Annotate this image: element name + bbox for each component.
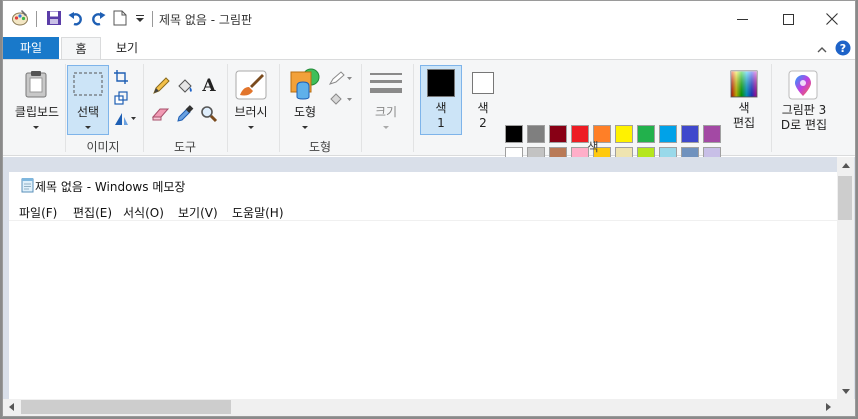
redo-icon[interactable] [89,9,107,27]
ribbon-home: 클립보드 선택 이미지 A 도구 브러시 도형 도형 크기 색 1 색 2 색 … [3,59,855,187]
brush-dropdown-icon[interactable] [248,126,254,129]
select-dropdown-icon[interactable] [85,126,91,129]
scroll-right-icon[interactable] [826,403,831,411]
pencil-icon[interactable] [151,76,171,96]
shapes-dropdown-icon[interactable] [302,126,308,129]
notepad-menu-format[interactable]: 서식(O) [123,204,164,221]
shapes-icon[interactable] [287,68,323,100]
color2-label-line2[interactable]: 2 [463,116,503,130]
rotate-icon[interactable] [113,111,137,127]
color2-label-line1[interactable]: 색 [463,101,503,115]
notepad-menu-help[interactable]: 도움말(H) [232,204,284,221]
save-icon[interactable] [45,9,63,27]
fill-style-icon[interactable] [328,90,354,108]
magnifier-icon[interactable] [199,104,219,124]
color1-swatch [427,69,455,97]
resize-icon[interactable] [113,90,129,106]
help-icon[interactable]: ? [835,40,851,56]
eraser-icon[interactable] [151,104,171,124]
shapes-group-label: 도형 [308,140,332,154]
notepad-title: 제목 없음 - Windows 메모장 [35,180,186,194]
title-bar: 제목 없음 - 그림판 [3,1,855,37]
brush-label[interactable]: 브러시 [229,103,273,120]
close-button[interactable] [809,1,855,37]
tab-file[interactable]: 파일 [3,37,59,60]
select-icon [73,72,103,96]
select-label: 선택 [76,105,100,119]
edit-colors-icon[interactable] [729,69,759,99]
scroll-left-icon[interactable] [9,403,14,411]
outline-icon[interactable] [328,69,354,87]
size-icon[interactable] [369,70,403,98]
colors-group-label: 색 [587,140,599,154]
tab-home[interactable]: 홈 [61,37,101,60]
tools-group-label: 도구 [173,140,197,154]
notepad-menu-divider [9,220,837,221]
shapes-label[interactable]: 도형 [285,103,325,120]
color-picker-icon[interactable] [175,104,195,124]
undo-icon[interactable] [67,9,85,27]
window-title: 제목 없음 - 그림판 [159,13,253,27]
scroll-up-icon[interactable] [842,163,850,168]
brush-icon[interactable] [233,69,269,101]
maximize-button[interactable] [765,1,811,37]
svg-text:A: A [201,76,216,95]
clipboard-icon[interactable] [21,70,51,98]
clipboard-label[interactable]: 클립보드 [9,103,65,120]
notepad-menu-edit[interactable]: 편집(E) [73,204,112,221]
notepad-menu-view[interactable]: 보기(V) [178,204,218,221]
size-dropdown-icon[interactable] [383,126,389,129]
scroll-down-icon[interactable] [842,389,850,394]
paint3d-icon[interactable] [787,69,819,101]
color2-swatch[interactable] [472,72,494,94]
customize-dropdown-icon[interactable] [131,9,149,27]
paint-window: 제목 없음 - 그림판 파일 홈 보기 ? 클립보드 선택 이미지 A 도구 브… [2,0,856,417]
color1-label-line2: 1 [437,116,445,130]
notepad-icon [21,177,35,193]
collapse-ribbon-icon[interactable] [815,42,829,56]
edit-colors-line1[interactable]: 색 [723,101,765,115]
text-icon[interactable]: A [199,74,219,96]
paint3d-label-line1[interactable]: 그림판 3 [775,103,833,118]
paint-app-icon[interactable] [11,9,29,27]
tab-view[interactable]: 보기 [107,37,147,60]
notepad-menu-file[interactable]: 파일(F) [19,204,57,221]
minimize-button[interactable] [719,1,765,37]
fill-icon[interactable] [175,76,195,96]
image-group-label: 이미지 [86,140,120,154]
svg-text:?: ? [840,42,846,55]
crop-icon[interactable] [113,69,129,85]
clipboard-dropdown-icon[interactable] [33,126,39,129]
vertical-scroll-thumb[interactable] [838,176,852,220]
horizontal-scroll-thumb[interactable] [21,400,231,414]
ribbon-tabs: 파일 홈 보기 ? [3,37,855,60]
new-icon[interactable] [111,9,129,27]
color1-label-line1: 색 [435,101,447,115]
edit-colors-line2[interactable]: 편집 [723,116,765,130]
size-label[interactable]: 크기 [367,103,405,120]
paint3d-label-line2[interactable]: D로 편집 [775,118,833,133]
